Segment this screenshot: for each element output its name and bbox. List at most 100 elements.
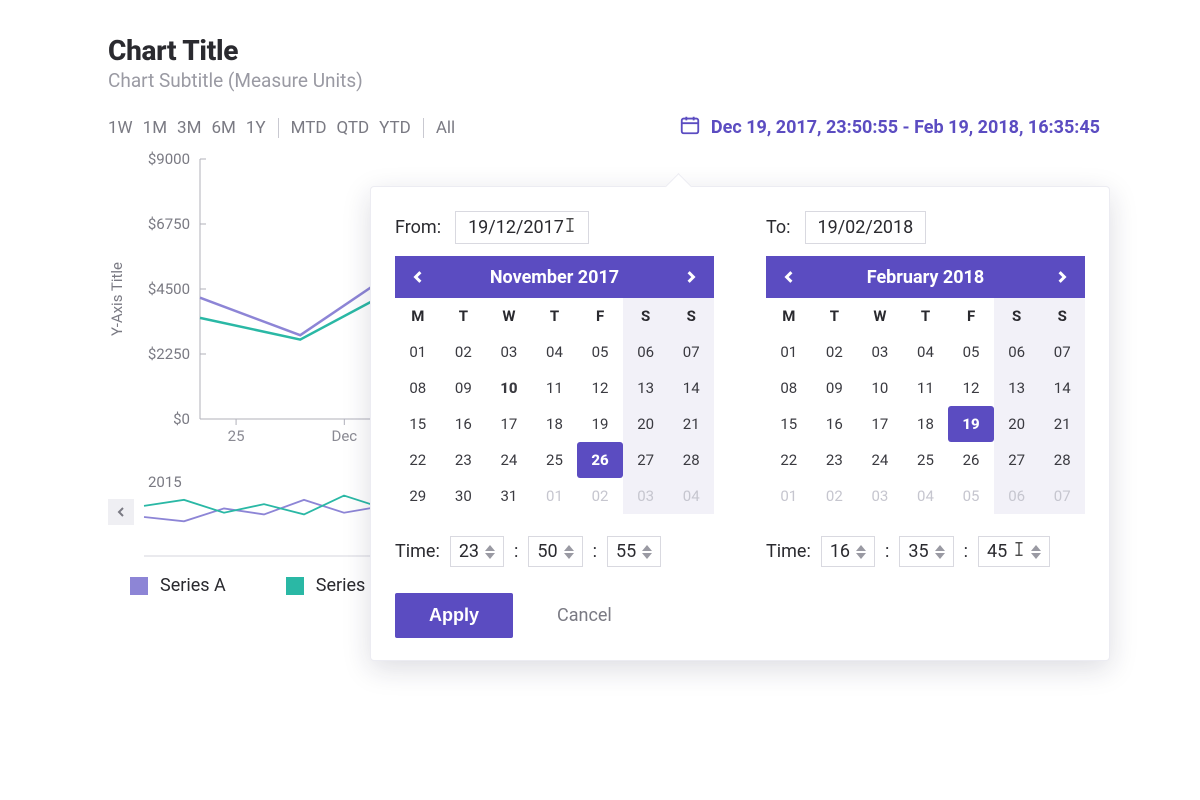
calendar-day[interactable]: 16 [812, 406, 858, 442]
calendar-day[interactable]: 23 [812, 442, 858, 478]
calendar-day[interactable]: 17 [486, 406, 532, 442]
calendar-day[interactable]: 11 [903, 370, 949, 406]
calendar-day[interactable]: 30 [441, 478, 487, 514]
cancel-button[interactable]: Cancel [557, 605, 612, 626]
overview-prev-button[interactable] [108, 499, 134, 525]
calendar-day[interactable]: 17 [857, 406, 903, 442]
calendar-day[interactable]: 04 [532, 334, 578, 370]
from-cal-next-button[interactable] [678, 264, 704, 290]
calendar-day[interactable]: 26 [948, 442, 994, 478]
legend-item-a[interactable]: Series A [130, 575, 226, 596]
from-hour-stepper[interactable]: 23 [450, 536, 504, 567]
calendar-day[interactable]: 05 [948, 478, 994, 514]
to-date-input[interactable]: 19/02/2018 [805, 211, 927, 244]
calendar-day[interactable]: 14 [1039, 370, 1085, 406]
calendar-day[interactable]: 27 [623, 442, 669, 478]
calendar-day[interactable]: 11 [532, 370, 578, 406]
calendar-day[interactable]: 21 [1039, 406, 1085, 442]
calendar-day[interactable]: 19 [948, 406, 994, 442]
calendar-day[interactable]: 12 [948, 370, 994, 406]
calendar-day[interactable]: 04 [903, 478, 949, 514]
from-date-input[interactable]: 19/12/2017 [455, 211, 589, 244]
calendar-day[interactable]: 02 [441, 334, 487, 370]
calendar-day[interactable]: 04 [668, 478, 714, 514]
calendar-day[interactable]: 02 [577, 478, 623, 514]
calendar-day[interactable]: 07 [1039, 334, 1085, 370]
calendar-day[interactable]: 13 [623, 370, 669, 406]
range-1y[interactable]: 1Y [246, 118, 266, 138]
calendar-day[interactable]: 28 [668, 442, 714, 478]
range-1m[interactable]: 1M [143, 118, 167, 138]
calendar-day[interactable]: 06 [994, 478, 1040, 514]
range-6m[interactable]: 6M [211, 118, 235, 138]
date-range-display[interactable]: Dec 19, 2017, 23:50:55 - Feb 19, 2018, 1… [679, 114, 1100, 141]
calendar-day[interactable]: 08 [395, 370, 441, 406]
calendar-day[interactable]: 21 [668, 406, 714, 442]
calendar-day[interactable]: 15 [395, 406, 441, 442]
calendar-day[interactable]: 03 [486, 334, 532, 370]
calendar-day[interactable]: 29 [395, 478, 441, 514]
range-mtd[interactable]: MTD [291, 118, 327, 138]
calendar-day[interactable]: 24 [486, 442, 532, 478]
calendar-day[interactable]: 14 [668, 370, 714, 406]
calendar-day[interactable]: 12 [577, 370, 623, 406]
calendar-day[interactable]: 01 [395, 334, 441, 370]
from-column: From: 19/12/2017 November 2017 MTWTFSS01… [395, 211, 714, 567]
calendar-day[interactable]: 15 [766, 406, 812, 442]
calendar-day[interactable]: 19 [577, 406, 623, 442]
range-all[interactable]: All [436, 118, 455, 138]
calendar-day[interactable]: 09 [812, 370, 858, 406]
range-ytd[interactable]: YTD [379, 118, 411, 138]
to-cal-prev-button[interactable] [776, 264, 802, 290]
calendar-day[interactable]: 04 [903, 334, 949, 370]
calendar-day[interactable]: 05 [948, 334, 994, 370]
range-3m[interactable]: 3M [177, 118, 201, 138]
to-minute-stepper[interactable]: 35 [899, 536, 953, 567]
to-second-stepper[interactable]: 45 [978, 536, 1050, 567]
calendar-day[interactable]: 22 [766, 442, 812, 478]
calendar-day[interactable]: 03 [857, 478, 903, 514]
calendar-day[interactable]: 02 [812, 478, 858, 514]
calendar-day[interactable]: 08 [766, 370, 812, 406]
calendar-day[interactable]: 22 [395, 442, 441, 478]
calendar-day[interactable]: 01 [766, 478, 812, 514]
legend-item-b[interactable]: Series B [286, 575, 381, 596]
to-hour-stepper[interactable]: 16 [821, 536, 875, 567]
calendar-day[interactable]: 01 [766, 334, 812, 370]
calendar-day[interactable]: 02 [812, 334, 858, 370]
calendar-day[interactable]: 06 [994, 334, 1040, 370]
calendar-day[interactable]: 05 [577, 334, 623, 370]
calendar-day[interactable]: 28 [1039, 442, 1085, 478]
calendar-day[interactable]: 24 [857, 442, 903, 478]
from-second-stepper[interactable]: 55 [607, 536, 661, 567]
range-1w[interactable]: 1W [108, 118, 133, 138]
calendar-day[interactable]: 31 [486, 478, 532, 514]
calendar-day[interactable]: 09 [441, 370, 487, 406]
calendar-day[interactable]: 27 [994, 442, 1040, 478]
calendar-day[interactable]: 26 [577, 442, 623, 478]
calendar-day[interactable]: 18 [903, 406, 949, 442]
calendar-day[interactable]: 07 [668, 334, 714, 370]
to-cal-next-button[interactable] [1049, 264, 1075, 290]
calendar-day[interactable]: 07 [1039, 478, 1085, 514]
calendar-day[interactable]: 25 [903, 442, 949, 478]
from-cal-prev-button[interactable] [405, 264, 431, 290]
range-qtd[interactable]: QTD [337, 118, 370, 138]
calendar-day[interactable]: 03 [623, 478, 669, 514]
calendar-day[interactable]: 20 [994, 406, 1040, 442]
calendar-day[interactable]: 06 [623, 334, 669, 370]
calendar-day[interactable]: 03 [857, 334, 903, 370]
calendar-day[interactable]: 25 [532, 442, 578, 478]
calendar-day[interactable]: 13 [994, 370, 1040, 406]
calendar-day[interactable]: 18 [532, 406, 578, 442]
from-minute-stepper[interactable]: 50 [528, 536, 582, 567]
range-separator-2 [423, 118, 424, 138]
calendar-day[interactable]: 16 [441, 406, 487, 442]
calendar-day[interactable]: 20 [623, 406, 669, 442]
calendar-day[interactable]: 10 [857, 370, 903, 406]
calendar-day[interactable]: 23 [441, 442, 487, 478]
from-time-label: Time: [395, 541, 440, 562]
calendar-day[interactable]: 01 [532, 478, 578, 514]
apply-button[interactable]: Apply [395, 593, 513, 638]
calendar-day[interactable]: 10 [486, 370, 532, 406]
